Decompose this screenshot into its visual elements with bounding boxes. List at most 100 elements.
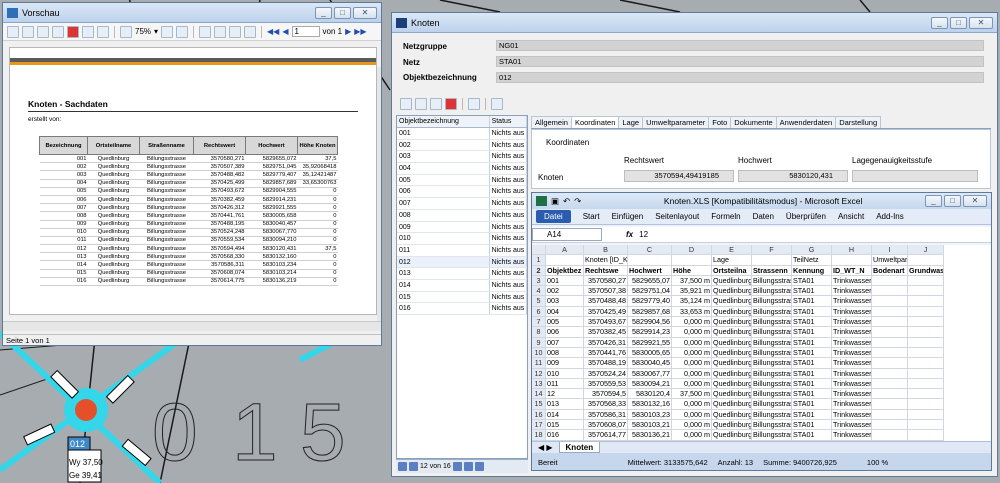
vorschau-titlebar[interactable]: Vorschau _ □ ✕: [3, 3, 381, 23]
tab-umweltparameter[interactable]: Umweltparameter: [642, 116, 710, 128]
list-item[interactable]: 010 Nichts aus: [397, 233, 527, 245]
grid-cell[interactable]: 3570425,49: [584, 306, 628, 318]
grid-cell[interactable]: [908, 317, 944, 328]
tab-anwenderdaten[interactable]: Anwenderdaten: [775, 116, 837, 128]
grid-cell[interactable]: 5829921,55: [628, 337, 672, 348]
grid-cell[interactable]: Quedlinburg: [712, 347, 752, 359]
grid-cell[interactable]: STA01: [792, 368, 832, 379]
fx-icon[interactable]: fx: [626, 230, 633, 239]
grid-cell[interactable]: Billungsstrass: [752, 399, 792, 410]
grid-cell[interactable]: Quedlinburg: [712, 296, 752, 307]
grid-cell[interactable]: B: [584, 245, 628, 256]
grid-cell[interactable]: [908, 420, 944, 431]
grid-cell[interactable]: [908, 368, 944, 379]
grid-cell[interactable]: 5830067,77: [628, 368, 672, 379]
row-header[interactable]: 15: [532, 399, 546, 410]
grid-cell[interactable]: 3570382,45: [584, 327, 628, 338]
row-header[interactable]: 8: [532, 327, 546, 338]
excel-minimize-button[interactable]: _: [925, 195, 942, 207]
pointer-icon[interactable]: [415, 98, 427, 110]
grid-cell[interactable]: 3570580,27: [584, 275, 628, 287]
rechtswert-field[interactable]: 3570594,49419185: [624, 170, 734, 182]
grid-cell[interactable]: Trinkwasser: [832, 368, 872, 379]
grid-cell[interactable]: STA01: [792, 306, 832, 318]
grid-cell[interactable]: 5829914,23: [628, 327, 672, 338]
excel-maximize-button[interactable]: □: [944, 195, 961, 207]
grid-cell[interactable]: Billungsstrass: [752, 378, 792, 390]
list-item[interactable]: 016 Nichts aus: [397, 303, 527, 315]
excel-titlebar[interactable]: ▣ ↶ ↷ Knoten.XLS [Kompatibilitätsmodus] …: [532, 193, 991, 209]
grid-cell[interactable]: 0,000 m: [672, 378, 712, 390]
grid-cell[interactable]: Billungsstrass: [752, 286, 792, 297]
grid-cell[interactable]: Rechtswe: [584, 265, 628, 276]
grid-cell[interactable]: Billungsstrass: [752, 317, 792, 328]
grid-cell[interactable]: [872, 368, 908, 379]
grid-cell[interactable]: [872, 409, 908, 421]
field-netzgruppe[interactable]: NG01: [496, 40, 984, 51]
grid-cell[interactable]: Quedlinburg: [712, 430, 752, 441]
grid-cell[interactable]: 37,500 m: [672, 275, 712, 287]
grid-cell[interactable]: Billungsstrass: [752, 306, 792, 318]
grid-cell[interactable]: [872, 275, 908, 287]
row-header[interactable]: 10: [532, 347, 546, 359]
grid-cell[interactable]: G: [792, 245, 832, 256]
grid-cell[interactable]: 016: [546, 430, 584, 441]
grid-cell[interactable]: Quedlinburg: [712, 275, 752, 287]
field-objektbezeichnung[interactable]: 012: [496, 72, 984, 83]
grid-cell[interactable]: [872, 327, 908, 338]
zoom-in-icon[interactable]: [176, 25, 189, 38]
page-layout-icon[interactable]: [199, 25, 212, 38]
grid-cell[interactable]: 3570614,77: [584, 430, 628, 441]
pdf-icon[interactable]: [67, 25, 79, 38]
grid-cell[interactable]: 3570426,31: [584, 337, 628, 348]
grid-cell[interactable]: 3570507,38: [584, 286, 628, 297]
vertical-scrollbar[interactable]: [377, 67, 381, 321]
row-header[interactable]: 1: [532, 255, 546, 266]
grid-cell[interactable]: 5830103,23: [628, 409, 672, 421]
minimize-button[interactable]: _: [315, 6, 332, 19]
list-item[interactable]: 009 Nichts aus: [397, 221, 527, 234]
link-icon[interactable]: [468, 98, 480, 110]
list-header-status[interactable]: Status: [490, 116, 527, 127]
first-page-icon[interactable]: ◀◀: [267, 27, 279, 36]
ribbon-tab[interactable]: Formeln: [711, 212, 740, 221]
grid-cell[interactable]: 3570559,53: [584, 378, 628, 390]
grid-cell[interactable]: 3570493,67: [584, 317, 628, 328]
grid-cell[interactable]: Billungsstrass: [752, 430, 792, 441]
grid-cell[interactable]: [908, 275, 944, 287]
grid-cell[interactable]: [908, 399, 944, 410]
list-item[interactable]: 001 Nichts aus: [397, 128, 527, 140]
grid-cell[interactable]: 3570524,24: [584, 368, 628, 379]
grid-cell[interactable]: 0,000 m: [672, 430, 712, 441]
grid-cell[interactable]: 5829655,07: [628, 275, 672, 287]
grid-cell[interactable]: 007: [546, 337, 584, 348]
grid-cell[interactable]: 0,000 m: [672, 337, 712, 348]
grid-icon[interactable]: [491, 98, 503, 110]
row-header[interactable]: 13: [532, 378, 546, 390]
ribbon-tab[interactable]: Seitenlayout: [655, 212, 699, 221]
grid-cell[interactable]: Quedlinburg: [712, 327, 752, 338]
row-header[interactable]: 14: [532, 389, 546, 400]
page-input[interactable]: 1: [291, 26, 320, 37]
list-item[interactable]: 003 Nichts aus: [397, 151, 527, 164]
grid-cell[interactable]: 0,000 m: [672, 399, 712, 410]
list-item[interactable]: 013 Nichts aus: [397, 268, 527, 280]
grid-cell[interactable]: [872, 286, 908, 297]
grid-cell[interactable]: Quedlinburg: [712, 286, 752, 297]
list-item[interactable]: 011 Nichts aus: [397, 244, 527, 257]
vorschau-window[interactable]: Vorschau _ □ ✕ 75% ▾ ◀◀ ◀ 1 von 1 ▶ ▶▶ K…: [2, 2, 382, 346]
grid-cell[interactable]: Quedlinburg: [712, 409, 752, 421]
grid-cell[interactable]: 009: [546, 358, 584, 369]
tab-allgemein[interactable]: Allgemein: [531, 116, 572, 128]
mail-icon[interactable]: [82, 25, 94, 38]
grid-cell[interactable]: Quedlinburg: [712, 337, 752, 348]
row-header[interactable]: 12: [532, 368, 546, 379]
grid-cell[interactable]: [908, 378, 944, 390]
grid-cell[interactable]: [908, 286, 944, 297]
grid-cell[interactable]: [908, 255, 944, 266]
list-item[interactable]: 014 Nichts aus: [397, 279, 527, 292]
tab-lage[interactable]: Lage: [618, 116, 644, 128]
grid-cell[interactable]: STA01: [792, 317, 832, 328]
delete-icon[interactable]: [445, 98, 457, 110]
grid-cell[interactable]: Quedlinburg: [712, 389, 752, 400]
